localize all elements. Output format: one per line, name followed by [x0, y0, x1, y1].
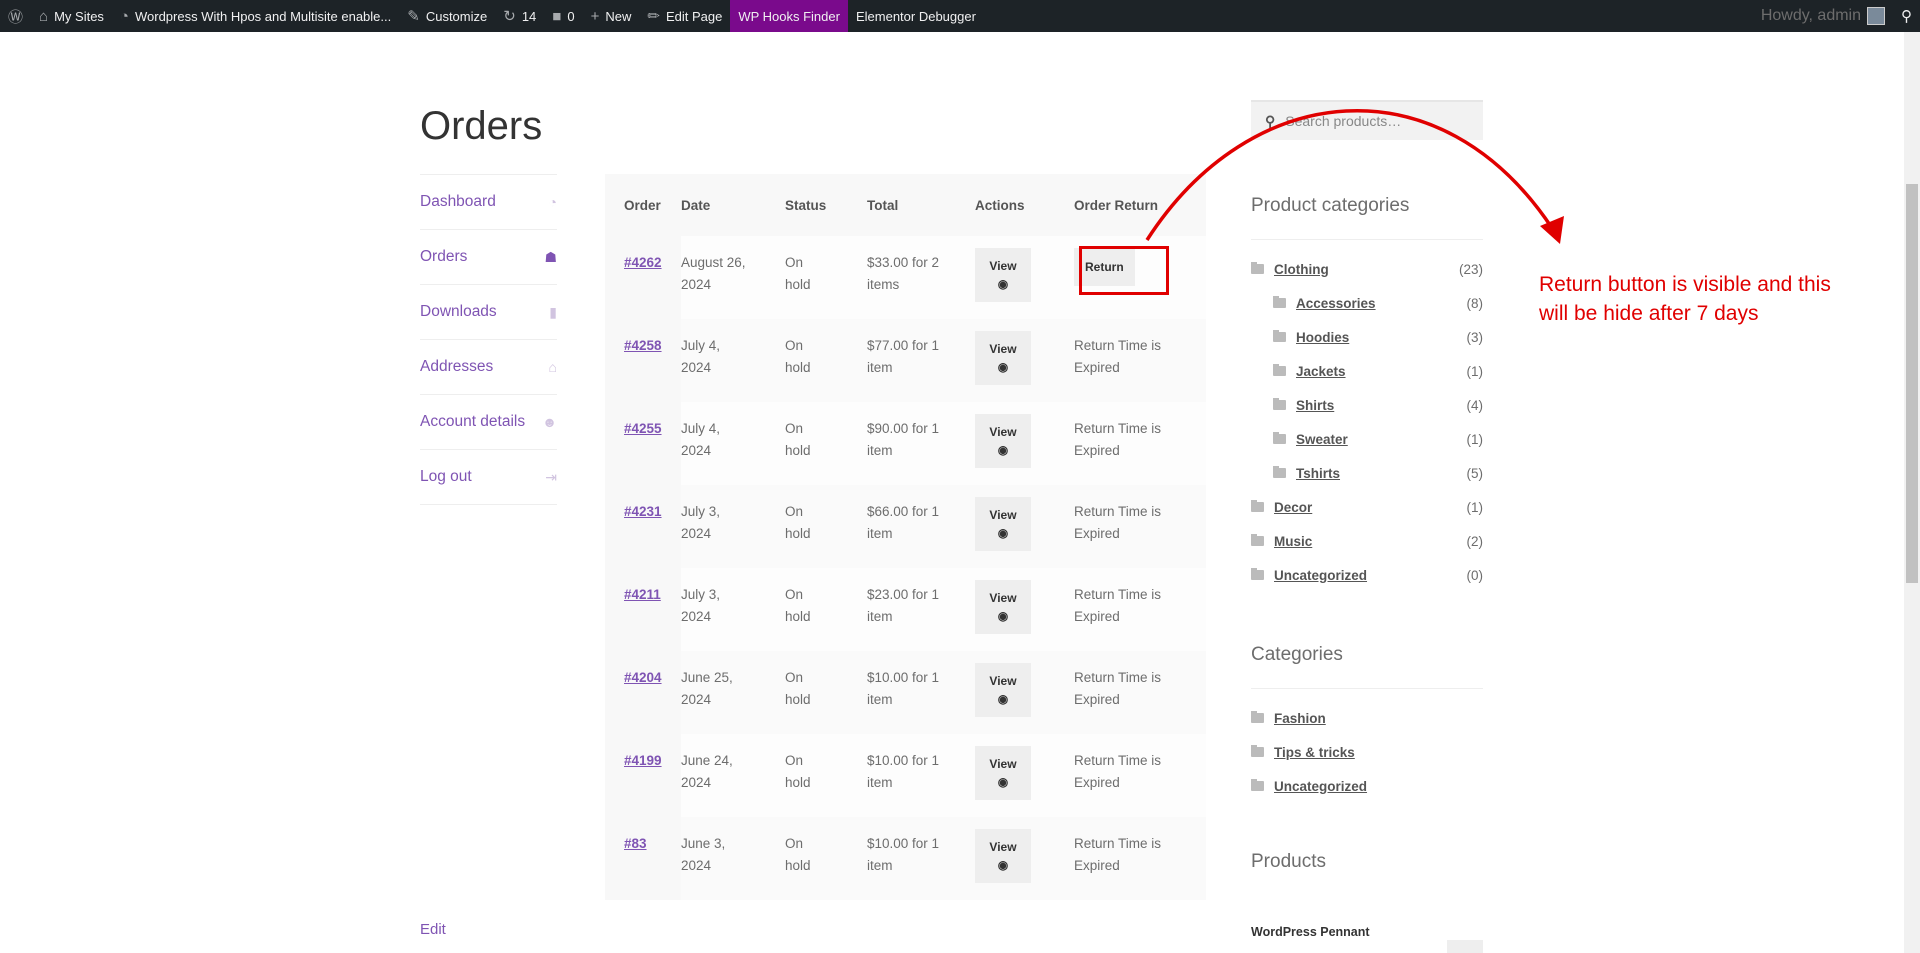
annotation-arrow [1145, 108, 1564, 244]
annotation-text: Return button is visible and this will b… [1539, 273, 1831, 325]
scrollbar-thumb[interactable] [1906, 184, 1918, 583]
scrollbar[interactable] [1904, 32, 1920, 953]
